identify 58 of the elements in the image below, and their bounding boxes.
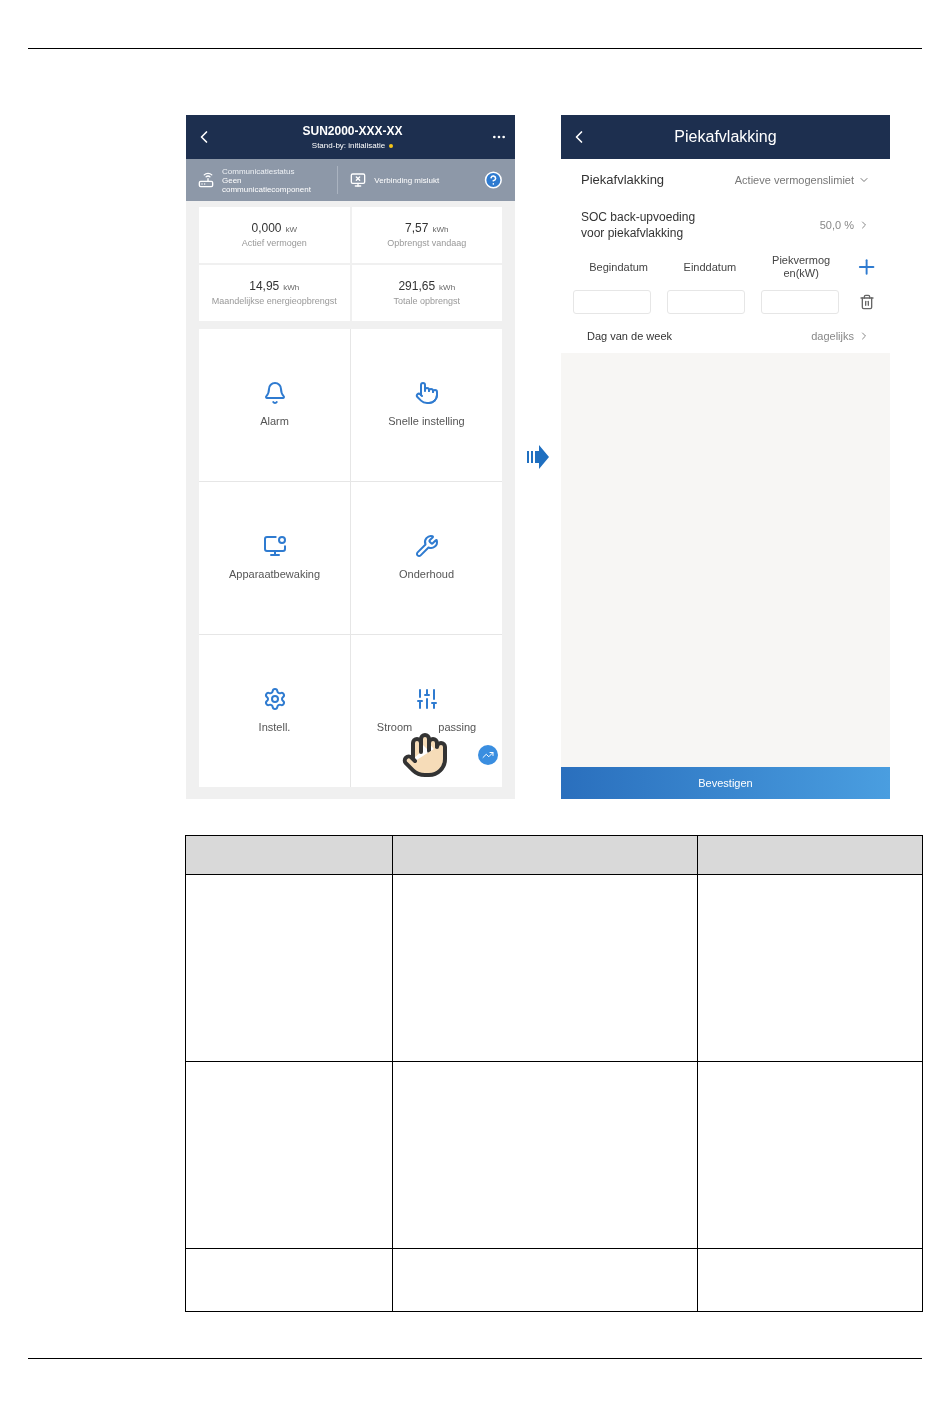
column-header: Einddatum [682, 260, 738, 274]
setting-value[interactable]: 50,0 % [819, 216, 854, 234]
settings-icon [262, 686, 287, 711]
arrow-icon [527, 445, 549, 469]
sliders-icon [414, 686, 439, 711]
device-status: Stand-by: initialisatie [311, 140, 386, 152]
setting-label: SOC back-upvoeding voor piekafvlakking [581, 209, 697, 241]
menu-tile[interactable]: Stroom passing [351, 635, 502, 787]
tile-label: Alarm [260, 413, 289, 429]
confirm-button[interactable]: Bevestigen [561, 767, 890, 799]
tile-label: Snelle instelling [388, 413, 465, 429]
menu-tile[interactable]: Onderhoud [351, 482, 502, 634]
tile-label: passing [438, 719, 477, 735]
menu-tile[interactable]: Instell. [199, 635, 350, 787]
tile-label: Apparaatbewaking [228, 566, 321, 582]
stat-unit: kWh [439, 282, 456, 295]
menu-tile[interactable]: Alarm [199, 329, 350, 481]
input-field[interactable] [761, 290, 839, 314]
stat-value: 14,95 [249, 278, 280, 296]
bell-icon [262, 380, 287, 405]
delete-icon[interactable] [859, 294, 875, 310]
hand-pointer-icon [401, 731, 449, 779]
monitor-icon [262, 533, 287, 558]
tile-label: Onderhoud [398, 566, 454, 582]
column-header: Piekvermog en(kW) [771, 254, 832, 280]
router-icon [198, 172, 214, 188]
stat-label: Maandelijkse energieopbrengst [211, 295, 337, 309]
wrench-icon [414, 533, 439, 558]
menu-tile[interactable]: Apparaatbewaking [199, 482, 350, 634]
column-header: Begindatum [588, 260, 649, 274]
chart-button[interactable] [478, 745, 498, 765]
tile-label: Instell. [258, 719, 291, 735]
help-icon[interactable] [484, 170, 503, 190]
stat-label: Opbrengst vandaag [387, 237, 467, 251]
stat-label: Totale opbrengst [393, 295, 460, 309]
input-field[interactable] [667, 290, 745, 314]
dropdown-value[interactable]: Actieve vermogenslimiet [734, 171, 854, 189]
trend-icon [482, 749, 494, 761]
stat-unit: kW [285, 224, 298, 237]
input-field[interactable] [573, 290, 651, 314]
stat-label: Actief vermogen [241, 237, 307, 251]
stat-unit: kWh [432, 224, 449, 237]
pointer-icon [414, 380, 439, 405]
stat-value: 7,57 [405, 220, 429, 238]
status-caption: Communicatiestatus [222, 166, 296, 176]
status-value: Geen communicatiecomponent [222, 175, 312, 194]
setting-value[interactable]: dagelijks [811, 327, 854, 345]
status-value: Verbinding mislukt [374, 175, 441, 185]
device-alarm-icon [350, 172, 367, 188]
setting-label: Dag van de week [587, 328, 672, 344]
screen-title: Piekafvlakking [673, 127, 778, 147]
device-title: SUN2000-XXX-XX [302, 123, 403, 140]
tile-label: Stroom [376, 719, 413, 735]
setting-label: Piekafvlakking [581, 171, 665, 190]
stat-value: 0,000 [251, 220, 282, 238]
stat-unit: kWh [283, 282, 300, 295]
stat-value: 291,65 [398, 278, 436, 296]
menu-tile[interactable]: Snelle instelling [351, 329, 502, 481]
